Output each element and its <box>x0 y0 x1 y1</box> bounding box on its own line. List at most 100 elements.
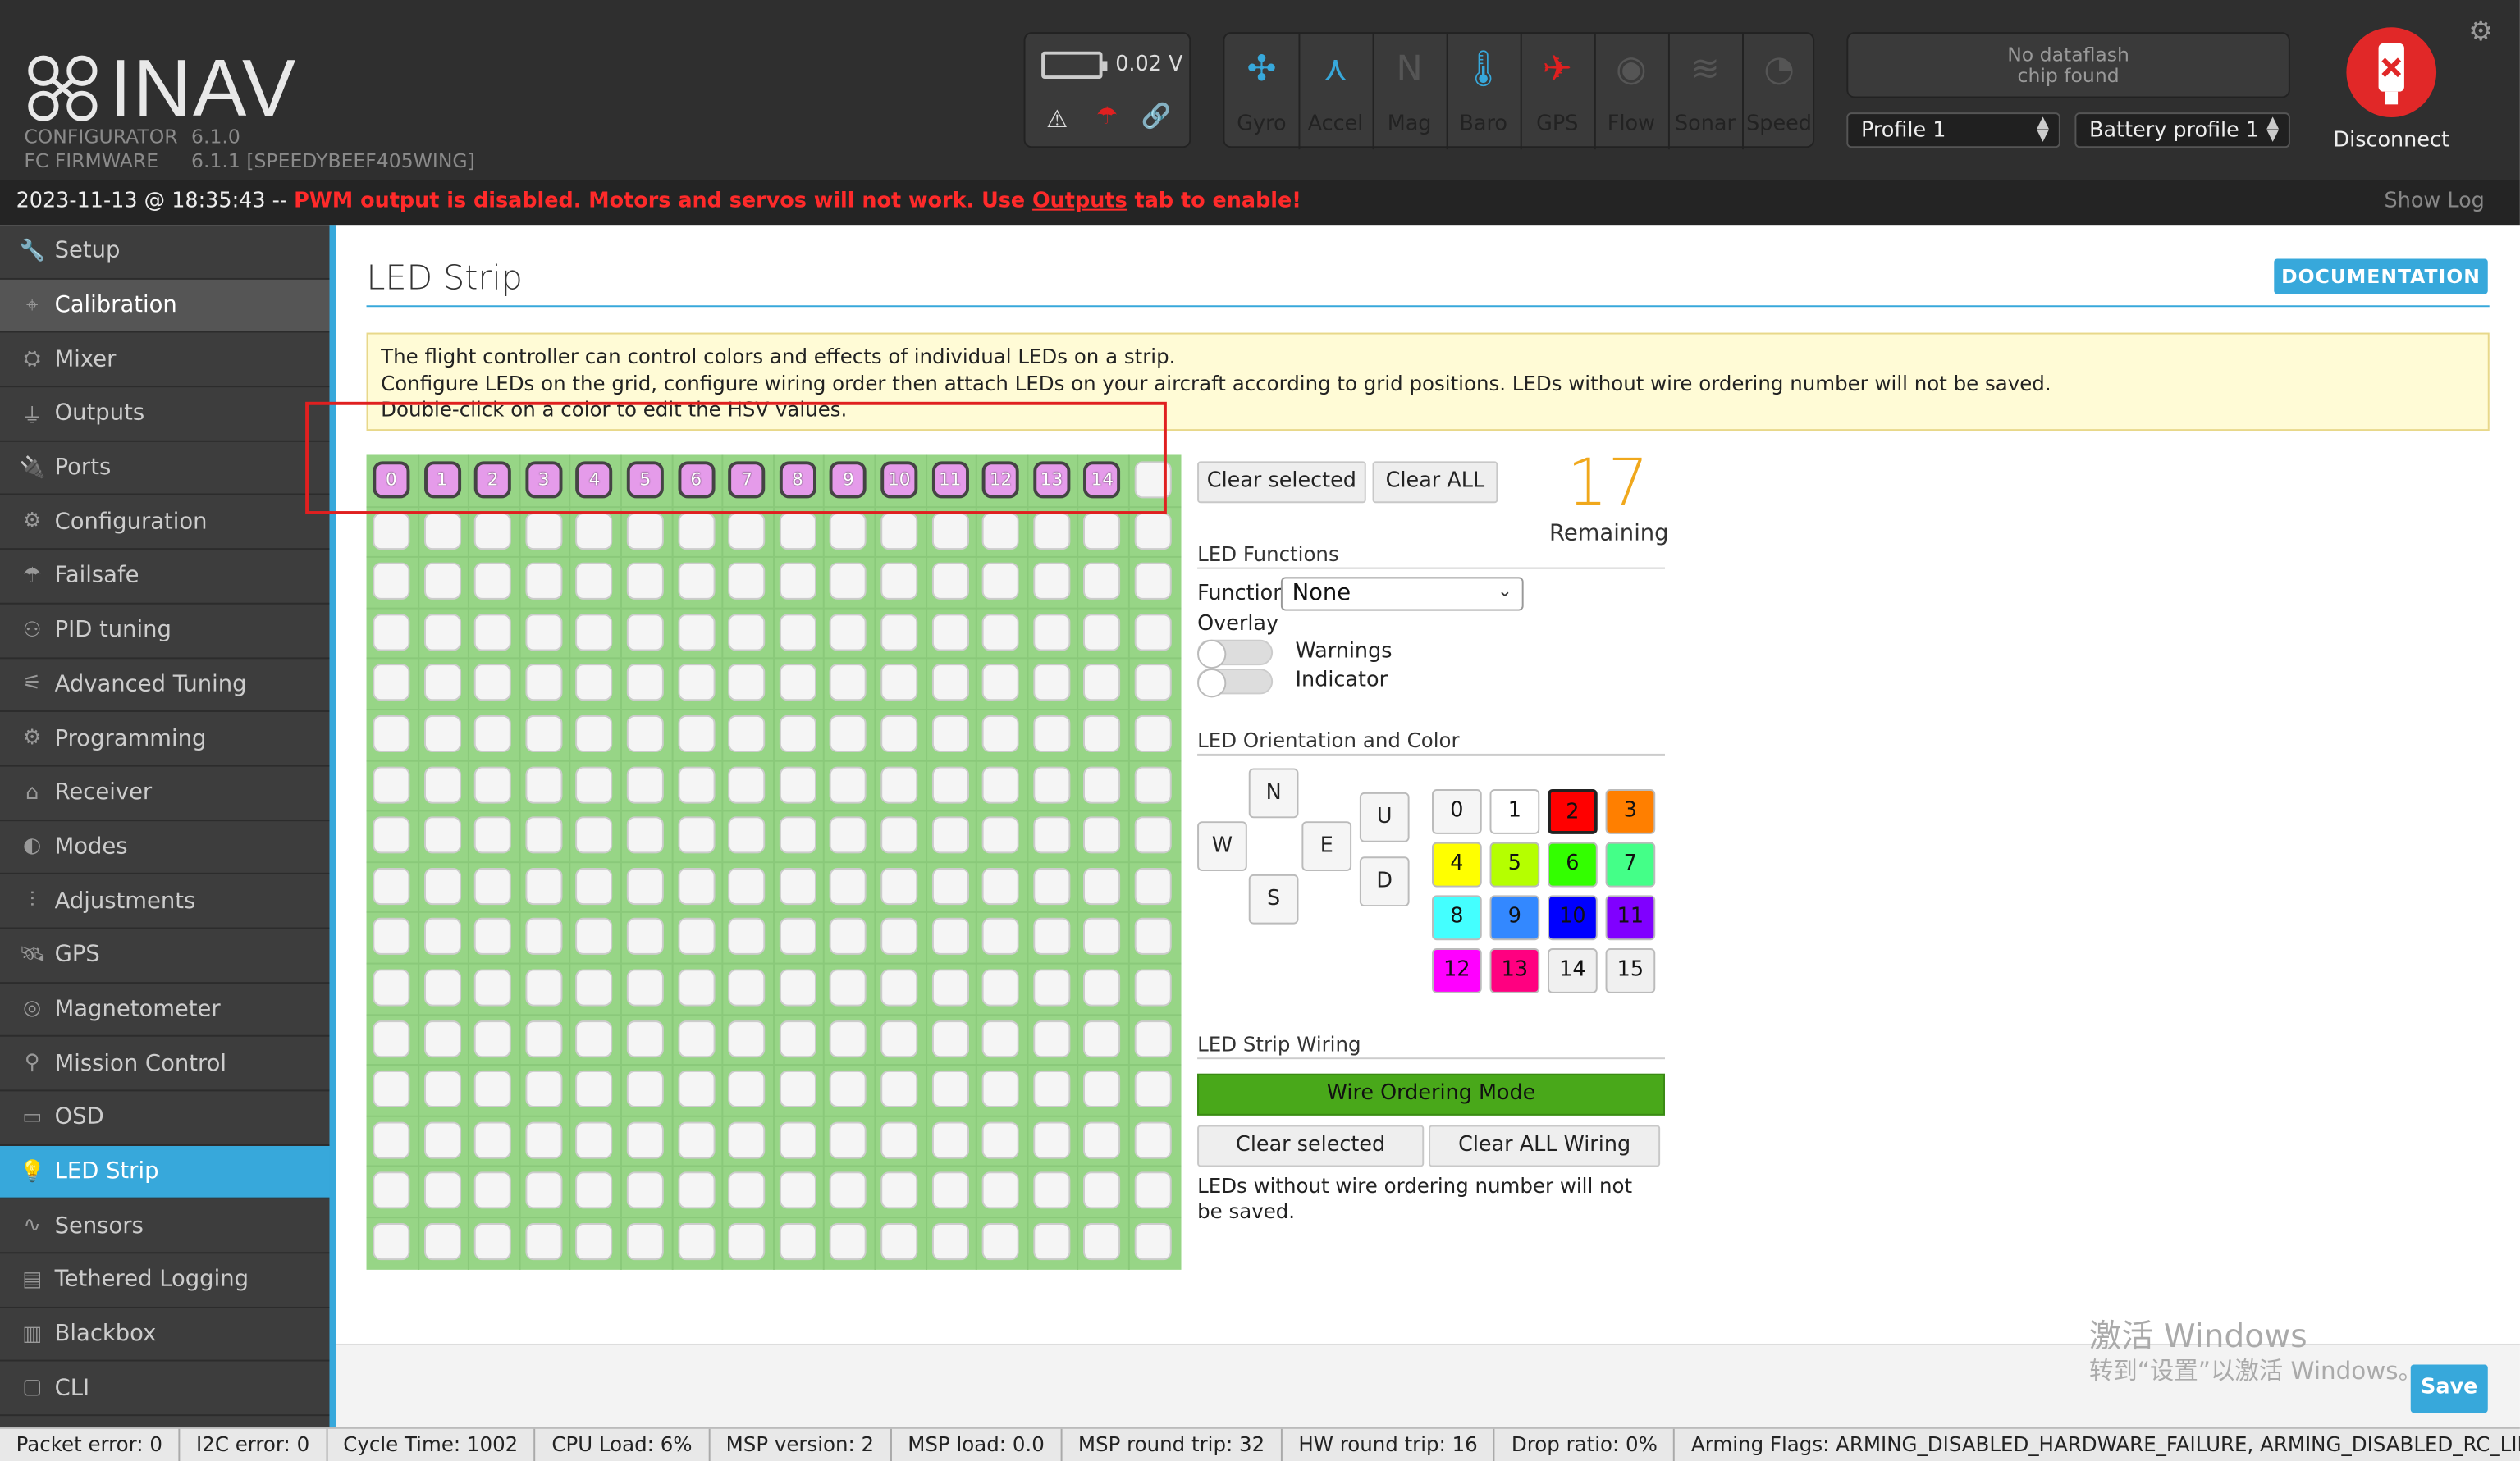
led-cell[interactable] <box>373 816 410 854</box>
function-select[interactable]: None ⌄ <box>1280 577 1524 611</box>
led-cell[interactable] <box>779 867 816 905</box>
led-cell[interactable] <box>779 1172 816 1210</box>
led-cell[interactable] <box>474 969 512 1007</box>
led-cell[interactable] <box>931 867 969 905</box>
profile-select[interactable]: Profile 1 ▲ ▼ <box>1846 112 2060 148</box>
led-cell[interactable] <box>626 563 664 600</box>
led-cell[interactable] <box>626 765 664 803</box>
sidebar-item-adjustments[interactable]: ⫶ Adjustments <box>0 874 330 929</box>
led-cell[interactable] <box>880 867 918 905</box>
led-cell[interactable] <box>931 1020 969 1057</box>
save-button[interactable]: Save <box>2410 1364 2488 1413</box>
led-cell[interactable] <box>779 715 816 752</box>
led-cell[interactable] <box>474 614 512 651</box>
led-cell[interactable] <box>525 1121 563 1159</box>
led-cell[interactable] <box>525 969 563 1007</box>
led-cell[interactable] <box>982 614 1020 651</box>
led-cell[interactable] <box>423 1121 461 1159</box>
led-cell[interactable] <box>575 867 613 905</box>
led-cell[interactable] <box>1134 1020 1172 1057</box>
led-cell[interactable] <box>880 715 918 752</box>
led-cell[interactable] <box>677 918 715 956</box>
disconnect-button[interactable]: Disconnect <box>2327 129 2456 153</box>
led-cell[interactable] <box>779 664 816 702</box>
led-cell[interactable] <box>1032 1121 1070 1159</box>
led-cell[interactable] <box>982 918 1020 956</box>
led-cell[interactable] <box>423 1071 461 1108</box>
led-cell[interactable] <box>575 1172 613 1210</box>
led-cell[interactable] <box>1134 1071 1172 1108</box>
led-cell[interactable] <box>830 1071 867 1108</box>
sidebar-item-mission-control[interactable]: ⚲ Mission Control <box>0 1037 330 1092</box>
documentation-button[interactable]: DOCUMENTATION <box>2274 258 2488 294</box>
led-cell[interactable] <box>474 867 512 905</box>
led-cell[interactable] <box>880 765 918 803</box>
led-cell[interactable] <box>525 715 563 752</box>
led-cell[interactable] <box>982 1020 1020 1057</box>
led-cell[interactable] <box>626 867 664 905</box>
direction-u-button[interactable]: U <box>1359 792 1410 842</box>
led-cell[interactable] <box>1032 1223 1070 1261</box>
led-cell[interactable] <box>423 715 461 752</box>
sidebar-item-receiver[interactable]: ⌂ Receiver <box>0 766 330 821</box>
led-cell[interactable] <box>880 1071 918 1108</box>
color-swatch[interactable]: 6 <box>1548 842 1598 888</box>
clear-selected-wiring-button[interactable]: Clear selected <box>1197 1125 1425 1167</box>
sidebar-item-osd[interactable]: ▭ OSD <box>0 1091 330 1146</box>
led-cell[interactable] <box>1134 867 1172 905</box>
led-cell[interactable] <box>626 1121 664 1159</box>
led-cell[interactable] <box>626 918 664 956</box>
led-cell[interactable] <box>525 1020 563 1057</box>
direction-w-button[interactable]: W <box>1197 821 1247 871</box>
led-cell[interactable] <box>373 563 410 600</box>
led-cell[interactable] <box>373 765 410 803</box>
led-cell[interactable] <box>931 664 969 702</box>
sidebar-item-magnetometer[interactable]: ◎ Magnetometer <box>0 983 330 1038</box>
led-cell[interactable] <box>474 918 512 956</box>
led-cell[interactable] <box>1032 1172 1070 1210</box>
led-cell[interactable] <box>423 816 461 854</box>
led-cell[interactable] <box>931 1223 969 1261</box>
sidebar-item-cli[interactable]: ▢ CLI <box>0 1362 330 1417</box>
led-cell[interactable] <box>779 918 816 956</box>
led-cell[interactable] <box>830 664 867 702</box>
clear-all-button[interactable]: Clear ALL <box>1372 461 1498 504</box>
led-cell[interactable] <box>830 816 867 854</box>
led-cell[interactable] <box>728 765 766 803</box>
led-cell[interactable] <box>474 715 512 752</box>
led-cell[interactable] <box>728 969 766 1007</box>
led-cell[interactable] <box>1134 715 1172 752</box>
led-cell[interactable] <box>931 614 969 651</box>
sidebar-item-led-strip[interactable]: 💡 LED Strip <box>0 1145 330 1200</box>
led-cell[interactable] <box>373 512 410 550</box>
led-cell[interactable] <box>373 867 410 905</box>
led-cell[interactable] <box>1032 816 1070 854</box>
led-cell[interactable] <box>677 1121 715 1159</box>
led-cell[interactable] <box>575 969 613 1007</box>
led-cell[interactable] <box>575 1223 613 1261</box>
led-cell[interactable] <box>931 816 969 854</box>
led-cell[interactable] <box>982 563 1020 600</box>
led-cell[interactable] <box>880 512 918 550</box>
color-swatch[interactable]: 13 <box>1489 947 1540 993</box>
led-cell[interactable] <box>779 1071 816 1108</box>
led-cell[interactable] <box>373 1172 410 1210</box>
led-cell[interactable] <box>626 1223 664 1261</box>
led-cell[interactable] <box>1083 969 1121 1007</box>
wire-ordering-mode-button[interactable]: Wire Ordering Mode <box>1197 1073 1666 1116</box>
led-cell[interactable] <box>779 765 816 803</box>
led-cell[interactable] <box>575 664 613 702</box>
led-cell[interactable] <box>830 715 867 752</box>
led-cell[interactable] <box>373 1020 410 1057</box>
led-cell[interactable] <box>728 614 766 651</box>
color-swatch[interactable]: 0 <box>1432 789 1482 834</box>
led-cell[interactable] <box>474 1121 512 1159</box>
led-cell[interactable] <box>525 867 563 905</box>
led-cell[interactable] <box>1134 969 1172 1007</box>
led-cell[interactable] <box>830 1121 867 1159</box>
led-cell[interactable] <box>728 816 766 854</box>
led-cell[interactable] <box>626 512 664 550</box>
led-cell[interactable] <box>1083 1223 1121 1261</box>
led-cell[interactable] <box>1134 664 1172 702</box>
led-cell[interactable] <box>474 1020 512 1057</box>
